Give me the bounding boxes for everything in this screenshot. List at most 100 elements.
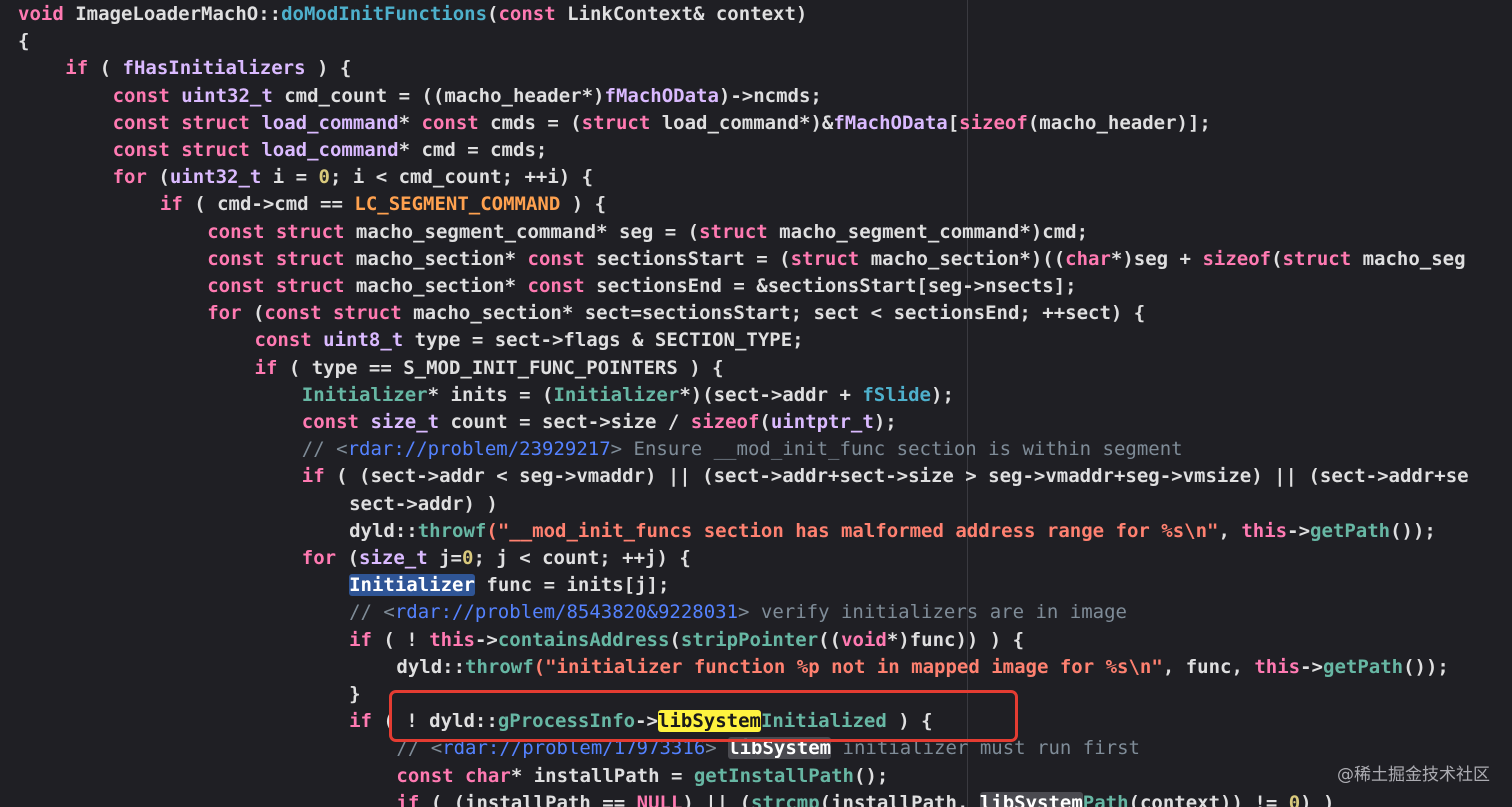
code-token: const struct [207,275,345,297]
code-token: struct [699,220,768,243]
code-line: dyld::throwf("initializer function %p no… [18,654,1449,681]
code-token: * [398,111,422,134]
code-token: ) { [560,193,607,216]
code-token: ; i < cmd_count; ++i) { [329,166,594,189]
code-token: const [498,3,556,25]
code-token: > verify initializers are in image [738,601,1127,624]
code-token: Initializer [301,383,428,406]
code-token: uint8_t [323,329,404,352]
code-token: Initializer [553,383,680,406]
code-token: const [301,411,359,433]
code-token: count = sect->size / [439,411,691,433]
code-line: if ( type == S_MOD_INIT_FUNC_POINTERS ) … [18,355,724,382]
code-line: for (size_t j=0; j < count; ++j) { [18,545,691,572]
code-line: // <rdar://problem/8543820&9228031> veri… [18,599,1127,626]
code-token: macho_section* sect=sectionsStart; sect … [401,302,1146,325]
code-token: load_command [261,111,399,134]
code-token: uintptr_t [770,411,874,433]
code-token: 0 [1288,791,1301,807]
code-token: char [1065,247,1111,270]
code-token: [ [947,111,960,134]
code-token: const struct [264,302,402,325]
code-token: macho_section* [344,247,528,270]
code-token: doModInitFunctions [281,3,488,25]
code-token: 0 [461,547,474,569]
code-token: ( [146,166,170,189]
code-token: -> [474,628,498,651]
code-token: if [65,57,89,80]
code-token: containsAddress [497,628,670,651]
code-token: ( type == S_MOD_INIT_FUNC_POINTERS ) { [277,356,724,379]
code-token: load_command*)& [650,111,834,134]
code-line: for (uint32_t i = 0; i < cmd_count; ++i)… [18,164,594,191]
code-token: throwf [417,519,487,542]
code-token: sizeof [1202,247,1272,270]
code-token: , func, [1162,655,1255,678]
code-token: Initializer [349,574,475,597]
code-token: uint32_t [169,166,262,189]
code-token: (( [818,628,842,651]
code-token: rdar://problem/17973316 [442,737,706,760]
code-token: ImageLoaderMachO:: [63,3,282,25]
code-token: this [1241,519,1288,542]
code-token: uint32_t [181,84,273,107]
code-token: throwf [465,655,534,678]
code-token: ) { [305,57,352,80]
code-token: , [1218,519,1242,542]
code-token: this [1254,655,1301,678]
code-token: const [396,764,454,787]
code-line: if ( (installPath == NULL) || (strcmp(in… [18,790,1334,807]
code-token: ( [1271,247,1283,270]
code-token: if [349,710,372,733]
code-token: cmd_count = ((macho_header*) [272,84,605,107]
code-token: dyld:: [349,519,418,542]
code-line: dyld::throwf("__mod_init_funcs section h… [18,518,1436,545]
code-token: (installPath, [819,791,980,807]
code-token: * installPath = [510,764,694,787]
code-token: } [349,683,361,705]
code-token: for [112,166,147,189]
code-token: if [159,193,183,216]
code-token: // < [301,438,348,461]
code-token: // < [396,737,443,760]
code-token: struct [1282,247,1352,270]
code-token: sectionsEnd = &sectionsStart[seg->nsects… [584,275,1077,297]
code-token: macho_seg [1351,247,1466,270]
code-line: sect->addr) ) [18,491,498,518]
code-token: ) { [886,710,933,733]
code-line: if ( cmd->cmd == LC_SEGMENT_COMMAND ) { [18,191,606,218]
code-line: } [18,681,361,708]
code-token: // < [349,601,395,624]
code-token: * inits = ( [427,383,554,406]
code-line: const struct macho_section* const sectio… [18,273,1077,300]
code-token: fMachOData [604,84,719,107]
code-token: gProcessInfo [497,710,636,733]
code-token: (macho_header)]; [1027,111,1211,134]
code-line: const size_t count = sect->size / sizeof… [18,409,897,436]
code-token: ()); [1403,655,1449,678]
code-token: getPath [1310,519,1391,542]
code-token: size_t [370,411,440,433]
code-token: fMachOData [833,111,948,134]
code-token: struct [790,247,860,270]
code-token: libSystem [658,710,761,733]
code-token: struct [581,111,651,134]
code-token: j= [427,547,462,569]
code-line: // <rdar://problem/17973316> libSystem i… [18,735,1140,762]
code-token: size_t [359,547,428,569]
code-token: (); [854,764,889,787]
code-token: ) || ( [682,791,752,807]
code-token: const [112,84,170,107]
code-editor[interactable]: void ImageLoaderMachO::doModInitFunction… [0,0,1512,807]
code-token: if [396,791,420,807]
code-token: stripPointer [680,628,819,651]
code-token: Path [1082,791,1129,807]
code-token: const [527,247,585,270]
code-token: 0 [318,166,330,189]
code-token: ( [336,547,360,569]
code-token: ( [88,57,123,80]
